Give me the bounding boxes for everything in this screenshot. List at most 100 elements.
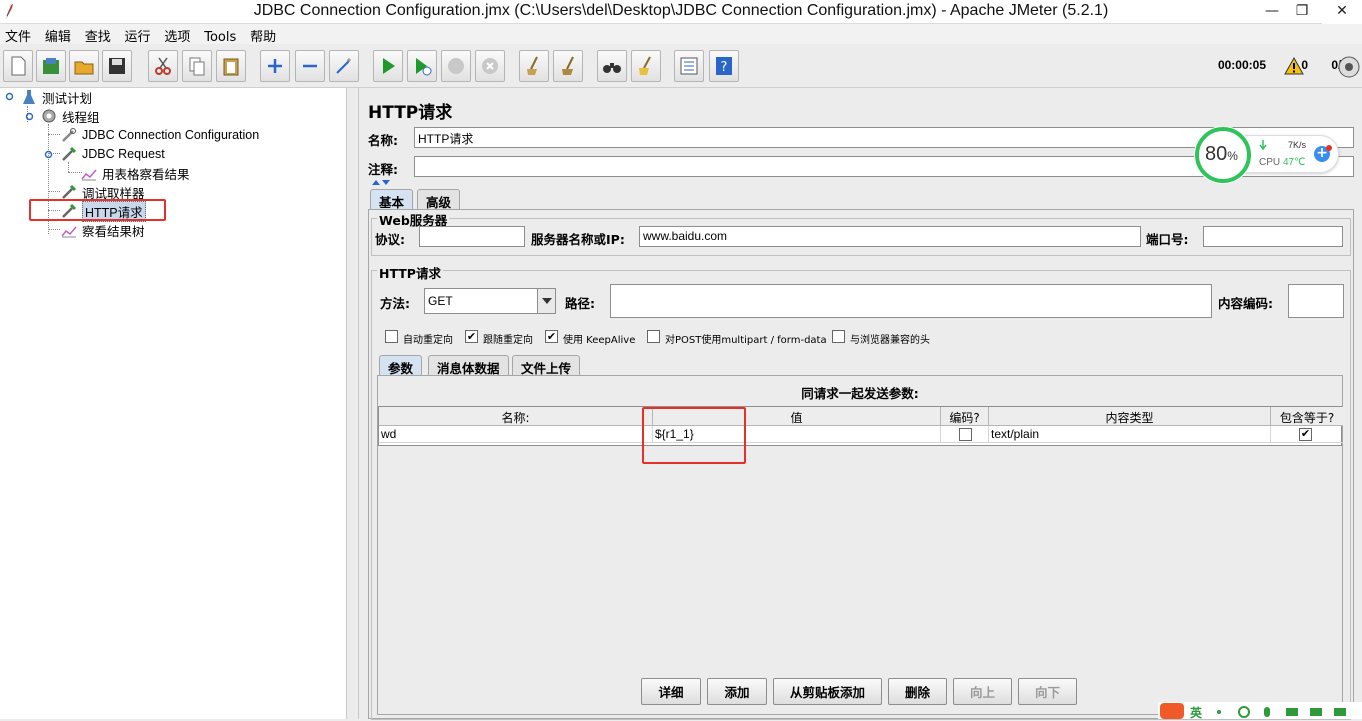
menu-file[interactable]: 文件 [0, 24, 36, 45]
scissors-icon [155, 57, 171, 75]
plus-icon [268, 59, 282, 73]
encoding-label: 内容编码: [1218, 296, 1273, 311]
column-header-content-type[interactable]: 内容类型 [989, 407, 1271, 426]
collapse-arrows-icon[interactable] [370, 178, 392, 186]
help-button[interactable]: ? [709, 50, 739, 82]
tab-advanced[interactable]: 高级 [417, 189, 461, 210]
menu-search[interactable]: 查找 [80, 24, 116, 45]
memory-percent: 80% [1205, 143, 1238, 165]
system-monitor-widget[interactable]: 80% 7K/s CPU 47℃ + [1192, 124, 1342, 184]
menu-help[interactable]: 帮助 [245, 24, 281, 45]
include-equals-checkbox[interactable]: ✔ [1299, 428, 1312, 441]
parameters-panel: 同请求一起发送参数: 名称: 值 编码? 内容类型 包含等于? wd ${r1_… [377, 375, 1343, 715]
tab-body-data[interactable]: 消息体数据 [428, 355, 509, 376]
add-button[interactable]: 添加 [707, 678, 767, 705]
reset-search-button[interactable] [631, 50, 661, 82]
menu-run[interactable]: 运行 [120, 24, 156, 45]
ime-language[interactable]: 英 [1190, 704, 1202, 721]
flask-icon [20, 89, 38, 105]
keepalive-checkbox[interactable]: ✔ [545, 330, 558, 343]
clear-button[interactable] [519, 50, 549, 82]
collapse-button[interactable] [295, 50, 325, 82]
svg-text:?: ? [721, 60, 728, 75]
download-arrow-icon [1259, 140, 1267, 150]
cut-button[interactable] [148, 50, 178, 82]
tree-label: 察看结果树 [82, 224, 145, 239]
expand-button[interactable] [260, 50, 290, 82]
tree-label: 测试计划 [42, 91, 93, 106]
new-button[interactable] [3, 50, 33, 82]
open-button[interactable] [69, 50, 99, 82]
params-title: 同请求一起发送参数: [801, 386, 919, 401]
detail-button[interactable]: 详细 [641, 678, 701, 705]
column-header-encode[interactable]: 编码? [941, 407, 989, 426]
server-field[interactable]: www.baidu.com [639, 226, 1141, 247]
tab-file-upload[interactable]: 文件上传 [512, 355, 581, 376]
move-up-button[interactable]: 向上 [953, 678, 1012, 705]
delete-button[interactable]: 删除 [888, 678, 947, 705]
list-icon [680, 57, 698, 75]
tree-item-test-plan[interactable]: 测试计划 [20, 88, 92, 106]
tab-basic[interactable]: 基本 [370, 189, 414, 210]
tab-parameters[interactable]: 参数 [379, 355, 423, 376]
collapse-handle-icon[interactable] [25, 112, 34, 121]
pipette-icon [60, 184, 78, 200]
pipette-icon [60, 146, 78, 162]
param-include-equals-cell[interactable]: ✔ [1271, 426, 1343, 443]
auto-redirect-checkbox[interactable] [385, 330, 398, 343]
templates-button[interactable] [36, 50, 66, 82]
pane-splitter[interactable] [347, 88, 359, 719]
follow-redirect-checkbox[interactable]: ✔ [465, 330, 478, 343]
save-button[interactable] [102, 50, 132, 82]
graph-icon [60, 222, 78, 238]
encoding-field[interactable] [1288, 284, 1344, 318]
sogou-logo-icon [1160, 703, 1184, 719]
stop-button[interactable] [441, 50, 471, 82]
search-button[interactable] [597, 50, 627, 82]
add-from-clipboard-button[interactable]: 从剪贴板添加 [773, 678, 882, 705]
tree-item-jdbc-config[interactable]: JDBC Connection Configuration [60, 126, 259, 144]
play-icon [383, 58, 395, 74]
column-header-name[interactable]: 名称: [379, 407, 653, 426]
copy-icon [189, 57, 205, 76]
new-file-icon [11, 56, 26, 76]
collapse-handle-icon[interactable] [44, 150, 53, 159]
tree-item-jdbc-request[interactable]: JDBC Request [60, 145, 165, 163]
broom-clear-icon [527, 56, 538, 75]
collapse-handle-icon[interactable] [5, 92, 14, 101]
encode-checkbox[interactable] [959, 428, 972, 441]
tree-item-table-listener[interactable]: 用表格察看结果 [80, 164, 190, 182]
tree-item-result-tree[interactable]: 察看结果树 [60, 221, 145, 239]
tree-item-thread-group[interactable]: 线程组 [40, 107, 100, 125]
menu-edit[interactable]: 编辑 [40, 24, 76, 45]
toggle-button[interactable] [329, 50, 359, 82]
path-field[interactable] [610, 284, 1212, 318]
protocol-field[interactable] [419, 226, 525, 247]
port-field[interactable] [1203, 226, 1343, 247]
start-no-pauses-button[interactable] [407, 50, 437, 82]
clear-all-button[interactable] [553, 50, 583, 82]
tree-label: 用表格察看结果 [102, 167, 190, 182]
start-button[interactable] [373, 50, 403, 82]
param-content-type-cell[interactable]: text/plain [989, 426, 1271, 443]
copy-button[interactable] [182, 50, 212, 82]
open-folder-icon [74, 61, 94, 75]
maximize-button[interactable]: ❐ [1282, 0, 1322, 24]
shutdown-button[interactable] [475, 50, 505, 82]
ime-toolbar[interactable]: 英 [1158, 702, 1362, 721]
function-helper-button[interactable] [674, 50, 704, 82]
method-dropdown-button[interactable] [537, 289, 555, 313]
paste-button[interactable] [216, 50, 246, 82]
param-name-cell[interactable]: wd [379, 426, 653, 443]
multipart-checkbox[interactable] [647, 330, 660, 343]
chevron-down-icon [541, 298, 552, 304]
remote-status-icon [1338, 56, 1360, 78]
move-down-button[interactable]: 向下 [1018, 678, 1077, 705]
menu-options[interactable]: 选项 [159, 24, 195, 45]
close-button[interactable]: ✕ [1322, 0, 1362, 24]
column-header-include-equals[interactable]: 包含等于? [1271, 407, 1343, 426]
gear-icon [40, 108, 58, 124]
param-encode-cell[interactable] [941, 426, 989, 443]
browser-headers-checkbox[interactable] [832, 330, 845, 343]
menu-tools[interactable]: Tools [199, 28, 241, 45]
